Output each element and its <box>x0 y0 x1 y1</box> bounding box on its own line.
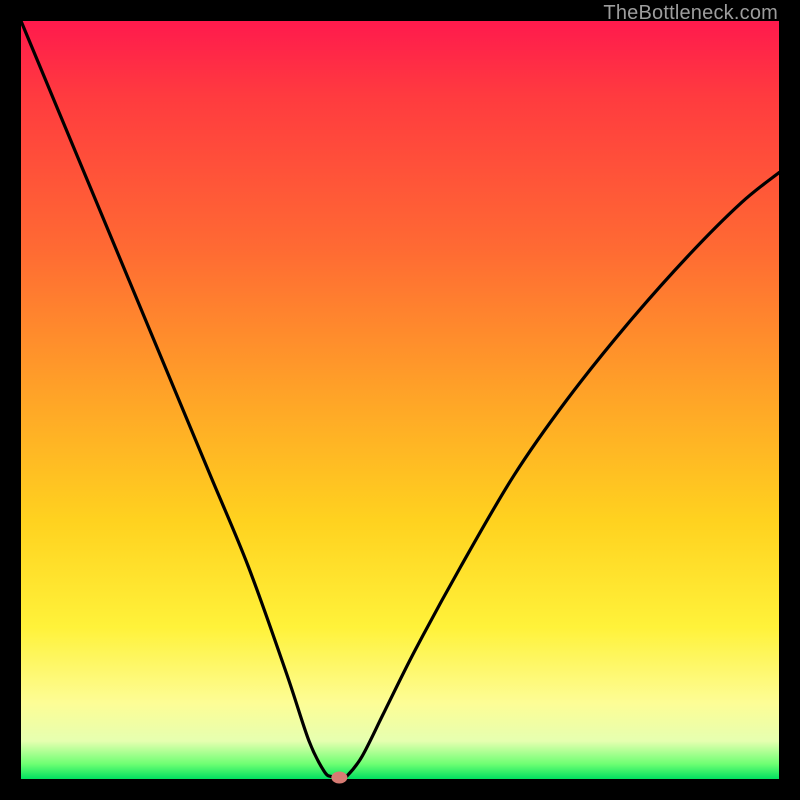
watermark-text: TheBottleneck.com <box>603 2 778 25</box>
curve-svg <box>21 21 779 779</box>
chart-frame: TheBottleneck.com <box>0 0 800 800</box>
min-marker <box>331 771 347 783</box>
bottleneck-curve <box>21 21 779 779</box>
plot-area <box>21 21 779 779</box>
